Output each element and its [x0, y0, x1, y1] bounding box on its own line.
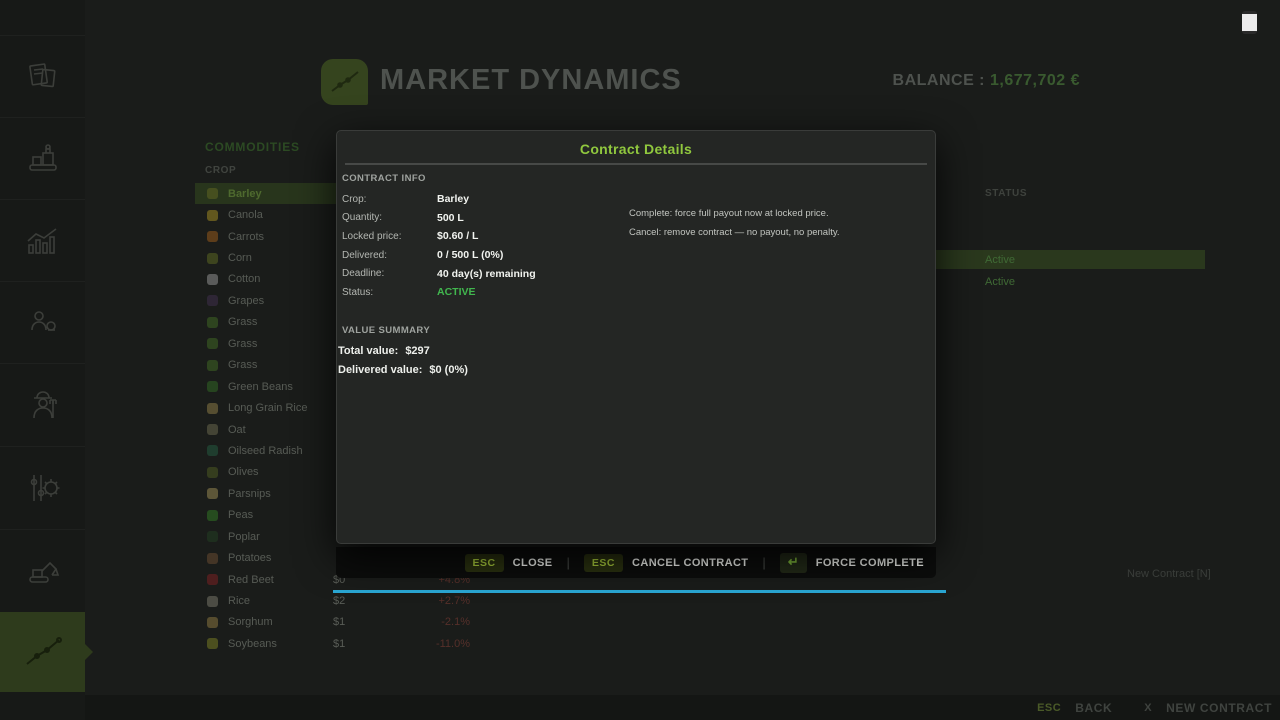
modal-footer: ESC CLOSE | ESC CANCEL CONTRACT | ↵ FORC… [336, 547, 936, 578]
info-label: Locked price: [342, 231, 437, 242]
value-summary-rows: Total value: $297 Delivered value: $0 (0… [338, 342, 468, 379]
info-label: Status: [342, 287, 437, 298]
info-label: Quantity: [342, 212, 437, 223]
contract-info-section-title: CONTRACT INFO [342, 173, 426, 184]
info-label: Crop: [342, 194, 437, 205]
info-row: Status: ACTIVE [342, 283, 632, 302]
info-label: Delivered: [342, 250, 437, 261]
summary-value: $0 (0%) [429, 364, 468, 376]
info-value: ACTIVE [437, 286, 476, 298]
separator: | [762, 555, 765, 570]
separator: | [567, 555, 570, 570]
close-button[interactable]: ESC CLOSE [465, 554, 553, 572]
info-row: Locked price: $0.60 / L [342, 227, 632, 246]
contract-info-rows: Crop: Barley Quantity: 500 L Locked pric… [342, 190, 632, 302]
modal-notes: Complete: force full payout now at locke… [629, 208, 929, 245]
button-label: CLOSE [513, 557, 553, 569]
info-value: $0.60 / L [437, 230, 478, 242]
key-badge: ESC [465, 554, 504, 572]
modal-body: Contract Details CONTRACT INFO Crop: Bar… [336, 130, 936, 544]
info-label: Deadline: [342, 268, 437, 279]
button-label: CANCEL CONTRACT [632, 557, 748, 569]
info-value: 0 / 500 L (0%) [437, 249, 503, 261]
summary-label: Total value: [338, 345, 398, 357]
contract-details-modal: Contract Details CONTRACT INFO Crop: Bar… [336, 130, 936, 578]
summary-value: $297 [405, 345, 429, 357]
phone-icon[interactable] [1242, 11, 1257, 34]
info-value: Barley [437, 193, 469, 205]
force-complete-button[interactable]: ↵ FORCE COMPLETE [780, 553, 924, 573]
divider [345, 163, 927, 165]
key-badge: ESC [584, 554, 623, 572]
info-row: Delivered: 0 / 500 L (0%) [342, 246, 632, 265]
summary-label: Delivered value: [338, 364, 422, 376]
value-summary-section-title: VALUE SUMMARY [342, 325, 430, 336]
info-value: 40 day(s) remaining [437, 268, 536, 280]
selected-row-indicator [333, 590, 946, 593]
cancel-contract-button[interactable]: ESC CANCEL CONTRACT [584, 554, 749, 572]
info-row: Quantity: 500 L [342, 209, 632, 228]
summary-row: Total value: $297 [338, 342, 468, 361]
summary-row: Delivered value: $0 (0%) [338, 361, 468, 380]
modal-note: Complete: force full payout now at locke… [629, 208, 929, 227]
info-row: Crop: Barley [342, 190, 632, 209]
modal-note: Cancel: remove contract — no payout, no … [629, 227, 929, 246]
button-label: FORCE COMPLETE [816, 557, 924, 569]
screen: MARKET DYNAMICS BALANCE : 1,677,702 € CO… [0, 0, 1280, 720]
info-value: 500 L [437, 212, 464, 224]
enter-key-icon: ↵ [780, 553, 807, 573]
info-row: Deadline: 40 day(s) remaining [342, 264, 632, 283]
modal-title: Contract Details [337, 131, 935, 157]
